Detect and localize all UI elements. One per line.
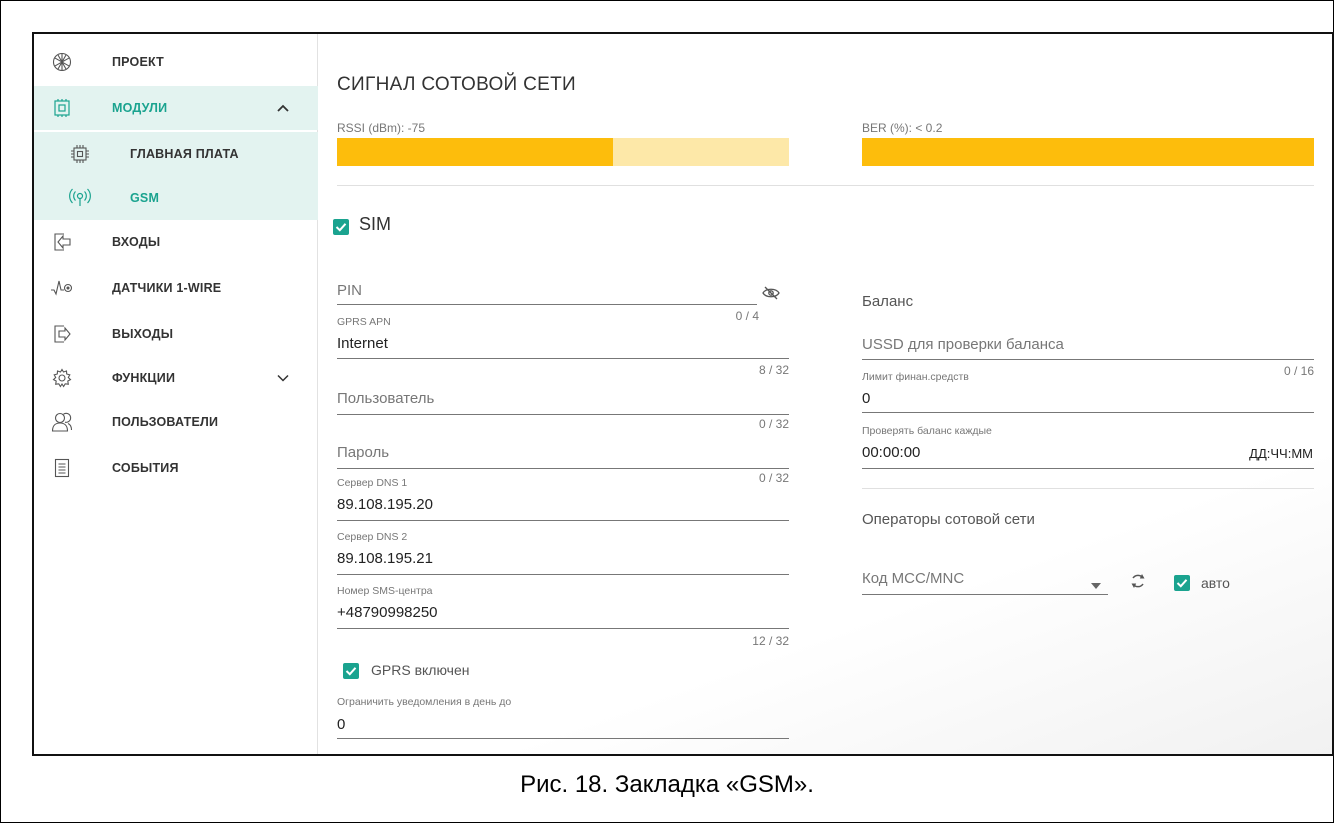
refresh-icon[interactable]	[1129, 572, 1147, 595]
app-screen: ПРОЕКТ МОДУЛИ ГЛАВНАЯ ПЛАТА GSM ВХОДЫ ДА…	[32, 32, 1334, 756]
dns2-label: Сервер DNS 2	[337, 531, 408, 543]
ussd-field[interactable]: USSD для проверки баланса	[862, 336, 1064, 353]
sidebar-item-label: СОБЫТИЯ	[112, 461, 179, 475]
sim-checkbox[interactable]	[333, 219, 349, 235]
sim-label: SIM	[359, 214, 392, 234]
inputs-icon	[50, 230, 74, 254]
sidebar-item-label: ПОЛЬЗОВАТЕЛИ	[112, 415, 219, 429]
outputs-icon	[50, 322, 74, 346]
sidebar-item-functions[interactable]: ФУНКЦИИ	[34, 356, 318, 400]
chevron-down-icon[interactable]	[275, 370, 291, 386]
modules-icon	[50, 96, 74, 120]
gprs-label: GPRS включен	[371, 662, 470, 678]
auto-checkbox[interactable]	[1174, 575, 1190, 591]
eye-off-icon[interactable]	[762, 286, 780, 305]
sms-field[interactable]: +48790998250	[337, 604, 438, 621]
gprs-checkbox[interactable]	[343, 663, 359, 679]
sidebar-item-label: ГЛАВНАЯ ПЛАТА	[130, 147, 239, 161]
funds-limit-label: Лимит финан.средств	[862, 371, 969, 383]
mcc-underline	[862, 594, 1108, 595]
dns2-field[interactable]: 89.108.195.21	[337, 550, 433, 567]
sidebar-item-label: GSM	[130, 191, 160, 205]
ussd-counter: 0 / 16	[1283, 364, 1314, 378]
apn-counter: 8 / 32	[758, 363, 789, 377]
sidebar-item-label: ДАТЧИКИ 1-WIRE	[112, 281, 222, 295]
gsm-antenna-icon	[68, 186, 92, 210]
right-divider	[862, 488, 1314, 489]
chevron-up-icon[interactable]	[275, 100, 291, 116]
rssi-label: RSSI (dBm): -75	[337, 121, 426, 135]
section-divider	[337, 185, 1314, 186]
figure-caption: Рис. 18. Закладка «GSM».	[520, 771, 814, 798]
check-every-label: Проверять баланс каждые	[862, 425, 992, 437]
pin-underline	[337, 304, 757, 305]
sidebar-item-label: ВХОДЫ	[112, 235, 161, 249]
dropdown-arrow-icon[interactable]	[1091, 576, 1101, 594]
ussd-underline	[862, 359, 1314, 360]
mcc-select[interactable]: Код MCC/MNC	[862, 570, 964, 587]
user-underline	[337, 414, 789, 415]
apn-label: GPRS APN	[337, 316, 391, 328]
apn-underline	[337, 358, 789, 359]
main-panel: СИГНАЛ СОТОВОЙ СЕТИ RSSI (dBm): -75 BER …	[319, 34, 1332, 754]
password-underline	[337, 468, 789, 469]
project-icon	[50, 50, 74, 74]
sidebar-item-outputs[interactable]: ВЫХОДЫ	[34, 312, 318, 356]
password-field[interactable]: Пароль	[337, 444, 389, 461]
user-field[interactable]: Пользователь	[337, 390, 434, 407]
rssi-bar	[337, 138, 789, 166]
rssi-bar-fill	[337, 138, 613, 166]
sidebar-item-mainboard[interactable]: ГЛАВНАЯ ПЛАТА	[34, 132, 318, 176]
check-every-field[interactable]: 00:00:00	[862, 444, 920, 461]
auto-label: авто	[1201, 575, 1230, 591]
sensor-1wire-icon	[50, 276, 74, 300]
password-counter: 0 / 32	[758, 471, 789, 485]
sms-counter: 12 / 32	[752, 634, 789, 648]
sidebar-item-sensors[interactable]: ДАТЧИКИ 1-WIRE	[34, 266, 318, 310]
dns1-label: Сервер DNS 1	[337, 477, 408, 489]
sms-underline	[337, 628, 789, 629]
ber-label: BER (%): < 0.2	[862, 121, 943, 135]
sidebar-item-label: ПРОЕКТ	[112, 55, 164, 69]
limit-label: Ограничить уведомления в день до	[337, 696, 512, 708]
events-document-icon	[50, 456, 74, 480]
sidebar-item-modules[interactable]: МОДУЛИ	[34, 86, 318, 130]
sidebar-item-users[interactable]: ПОЛЬЗОВАТЕЛИ	[34, 400, 318, 444]
sidebar-item-label: МОДУЛИ	[112, 101, 168, 115]
limit-field[interactable]: 0	[337, 716, 345, 733]
pin-counter: 0 / 4	[735, 309, 759, 323]
sidebar: ПРОЕКТ МОДУЛИ ГЛАВНАЯ ПЛАТА GSM ВХОДЫ ДА…	[34, 34, 318, 754]
operators-title: Операторы сотовой сети	[862, 511, 1035, 528]
dns1-underline	[337, 520, 789, 521]
check-every-underline	[862, 468, 1314, 469]
limit-underline	[337, 738, 789, 739]
user-counter: 0 / 32	[758, 417, 789, 431]
funds-limit-field[interactable]: 0	[862, 390, 870, 407]
functions-gear-icon	[50, 366, 74, 390]
mainboard-icon	[68, 142, 92, 166]
sidebar-item-project[interactable]: ПРОЕКТ	[34, 40, 318, 84]
sidebar-item-gsm[interactable]: GSM	[34, 176, 318, 220]
users-icon	[50, 410, 74, 434]
sidebar-item-label: ВЫХОДЫ	[112, 327, 174, 341]
apn-field[interactable]: Internet	[337, 335, 388, 352]
sms-label: Номер SMS-центра	[337, 585, 433, 597]
sidebar-item-label: ФУНКЦИИ	[112, 371, 176, 385]
dns1-field[interactable]: 89.108.195.20	[337, 496, 433, 513]
sidebar-item-inputs[interactable]: ВХОДЫ	[34, 220, 318, 264]
pin-field[interactable]: PIN	[337, 282, 362, 299]
ber-bar-fill	[862, 138, 1314, 166]
dns2-underline	[337, 574, 789, 575]
check-every-unit: ДД:ЧЧ:ММ	[1249, 446, 1313, 461]
signal-section-title: СИГНАЛ СОТОВОЙ СЕТИ	[337, 74, 576, 95]
balance-title: Баланс	[862, 293, 914, 310]
funds-limit-underline	[862, 412, 1314, 413]
ber-bar	[862, 138, 1314, 166]
sidebar-item-events[interactable]: СОБЫТИЯ	[34, 446, 318, 490]
